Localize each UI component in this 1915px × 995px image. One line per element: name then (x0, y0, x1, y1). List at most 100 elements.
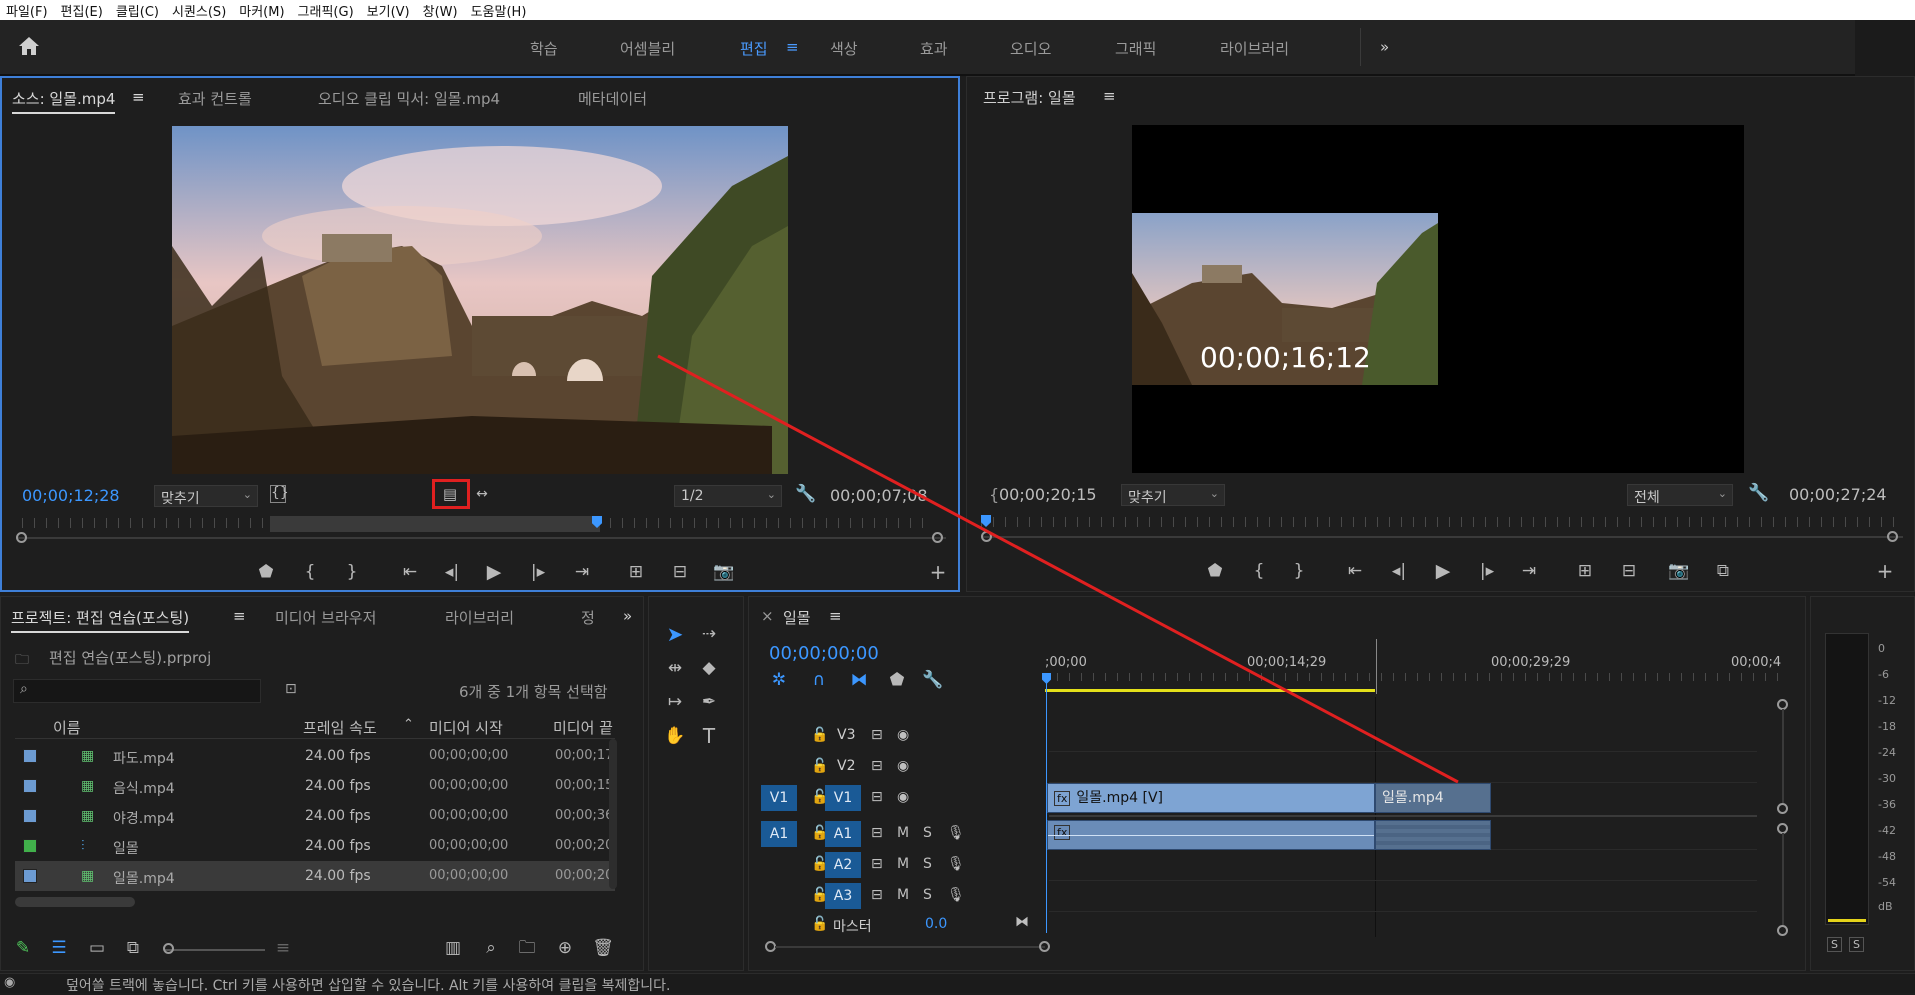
source-zoom-handle-right[interactable] (932, 532, 943, 543)
go-to-in-icon[interactable]: ⇤ (398, 561, 422, 583)
column-name[interactable]: 이름 (53, 717, 81, 738)
workspace-tab-effects[interactable]: 효과 (920, 38, 948, 59)
program-fit-dropdown[interactable]: 맞추기 ⌄ (1121, 484, 1225, 506)
add-marker-icon[interactable]: ⬟ (254, 561, 278, 583)
menu-marker[interactable]: 마커(M) (233, 1, 291, 20)
project-item-row[interactable]: ⫶ 일몰 24.00 fps 00;00;00;00 00;00;20 (15, 831, 615, 861)
lift-icon[interactable]: ⊞ (1573, 560, 1597, 582)
mute-button[interactable]: M (897, 887, 909, 903)
column-frame-rate[interactable]: 프레임 속도 (303, 717, 377, 738)
track-name[interactable]: V2 (837, 758, 855, 774)
workspace-tab-editing[interactable]: 편집 (740, 38, 768, 59)
label-color-swatch[interactable] (23, 749, 37, 763)
mute-button[interactable]: M (897, 825, 909, 841)
new-item-icon[interactable]: ⊕ (553, 937, 577, 959)
project-horizontal-scrollbar[interactable] (15, 897, 135, 907)
timeline-horizontal-scrollbar[interactable] (775, 946, 1045, 948)
selection-tool-icon[interactable]: ➤ (663, 623, 687, 645)
collapse-tracks-icon[interactable]: ⧓ (1015, 914, 1029, 930)
sync-lock-icon[interactable]: ⊟ (871, 887, 883, 903)
program-current-timecode[interactable]: 00;00;20;15 (999, 485, 1097, 504)
ripple-edit-tool-icon[interactable]: ⇹ (663, 657, 687, 679)
workspace-tab-audio[interactable]: 오디오 (1010, 38, 1051, 59)
insert-icon[interactable]: ⊞ (624, 561, 648, 583)
tab-libraries[interactable]: 라이브러리 (445, 607, 514, 628)
drag-video-audio-icon[interactable]: ↔ (470, 483, 494, 505)
go-to-in-icon[interactable]: ⇤ (1343, 560, 1367, 582)
menu-graphics[interactable]: 그래픽(G) (292, 1, 361, 20)
freeform-view-icon[interactable]: ⧉ (121, 937, 145, 959)
eye-icon[interactable]: ◉ (897, 758, 909, 774)
menu-file[interactable]: 파일(F) (0, 1, 55, 20)
lock-icon[interactable]: 🔓 (811, 758, 828, 774)
sync-lock-icon[interactable]: ⊟ (871, 789, 883, 805)
sort-ascending-icon[interactable]: ⌃ (403, 717, 414, 732)
label-color-swatch[interactable] (23, 779, 37, 793)
eye-icon[interactable]: ◉ (897, 789, 909, 805)
add-marker-icon[interactable]: ⬟ (885, 669, 909, 691)
tab-audio-clip-mixer[interactable]: 오디오 클립 믹서: 일몰.mp4 (318, 88, 500, 109)
solo-button[interactable]: S (923, 887, 932, 903)
source-settings-bracket-icon[interactable]: {} (270, 485, 289, 503)
add-button-icon[interactable]: + (926, 561, 950, 583)
zoom-slider[interactable] (165, 949, 265, 951)
audio-vertical-scrollbar[interactable] (1782, 833, 1784, 925)
play-icon[interactable]: ▶ (1431, 560, 1455, 582)
source-patch-a1[interactable]: A1 (761, 821, 797, 847)
tab-program[interactable]: 프로그램: 일몰 (983, 87, 1076, 108)
column-media-end[interactable]: 미디어 끝 (553, 717, 613, 738)
menu-sequence[interactable]: 시퀀스(S) (166, 1, 233, 20)
program-zoom-bar[interactable] (983, 536, 1903, 538)
overwrite-icon[interactable]: ⊟ (668, 561, 692, 583)
microphone-icon[interactable]: 🎙 (947, 887, 965, 903)
slip-tool-icon[interactable]: ↦ (663, 691, 687, 713)
add-marker-icon[interactable]: ⬟ (1203, 560, 1227, 582)
column-media-start[interactable]: 미디어 시작 (429, 717, 503, 738)
audio-clip-a1[interactable]: fx (1047, 820, 1375, 850)
solo-button[interactable]: S (923, 856, 932, 872)
track-name[interactable]: V3 (837, 727, 855, 743)
razor-tool-icon[interactable]: ◆ (697, 657, 721, 679)
workspace-tab-graphics[interactable]: 그래픽 (1115, 38, 1156, 59)
sync-lock-icon[interactable]: ⊟ (871, 758, 883, 774)
track-target-a2[interactable]: A2 (825, 852, 861, 878)
timeline-ruler[interactable] (1045, 673, 1785, 681)
step-forward-icon[interactable]: |▸ (1475, 560, 1499, 582)
step-forward-icon[interactable]: |▸ (526, 561, 550, 583)
source-current-timecode[interactable]: 00;00;12;28 (22, 486, 120, 505)
menu-help[interactable]: 도움말(H) (465, 1, 534, 20)
insert-clip-icon[interactable]: ▤ (438, 483, 462, 505)
pen-tool-icon[interactable]: ✒ (697, 691, 721, 713)
new-bin-icon[interactable]: 🗀 (515, 937, 539, 959)
solo-button[interactable]: S (923, 825, 932, 841)
video-clip-v1-dragged[interactable]: 일몰.mp4 (1375, 783, 1491, 813)
new-search-bin-icon[interactable]: ⊡ (285, 681, 297, 697)
master-volume-value[interactable]: 0.0 (925, 916, 947, 932)
source-panel-menu-icon[interactable]: ≡ (132, 88, 145, 106)
project-vertical-scrollbar[interactable] (609, 739, 617, 889)
source-resolution-dropdown[interactable]: 1/2 ⌄ (674, 485, 782, 507)
lock-icon[interactable]: 🔓 (811, 727, 828, 743)
source-zoom-bar[interactable] (18, 537, 946, 539)
go-to-out-icon[interactable]: ⇥ (570, 561, 594, 583)
label-color-swatch[interactable] (23, 869, 37, 883)
timeline-settings-icon[interactable]: 🔧 (921, 669, 945, 691)
step-back-icon[interactable]: ◂| (440, 561, 464, 583)
source-zoom-handle-left[interactable] (16, 532, 27, 543)
timeline-zoom-handle-right[interactable] (1039, 941, 1050, 952)
step-back-icon[interactable]: ◂| (1387, 560, 1411, 582)
panel-overflow-icon[interactable]: » (623, 607, 632, 625)
lock-icon[interactable]: 🔓 (811, 916, 828, 932)
zoom-slider-handle[interactable] (163, 943, 174, 954)
microphone-icon[interactable]: 🎙 (947, 856, 965, 872)
type-tool-icon[interactable]: T (697, 725, 721, 747)
close-sequence-icon[interactable]: × (761, 607, 774, 625)
mark-in-icon[interactable]: { (1247, 560, 1271, 582)
workspace-tab-assembly[interactable]: 어셈블리 (620, 38, 675, 59)
audio-clip-a1-dragged[interactable] (1375, 820, 1491, 850)
workspace-overflow-button[interactable]: » (1380, 38, 1389, 56)
list-view-icon[interactable]: ☰ (47, 937, 71, 959)
program-time-ruler[interactable] (981, 517, 1901, 527)
project-item-row[interactable]: ▦ 파도.mp4 24.00 fps 00;00;00;00 00;00;17 (15, 741, 615, 771)
tab-source[interactable]: 소스: 일몰.mp4 (12, 88, 116, 114)
